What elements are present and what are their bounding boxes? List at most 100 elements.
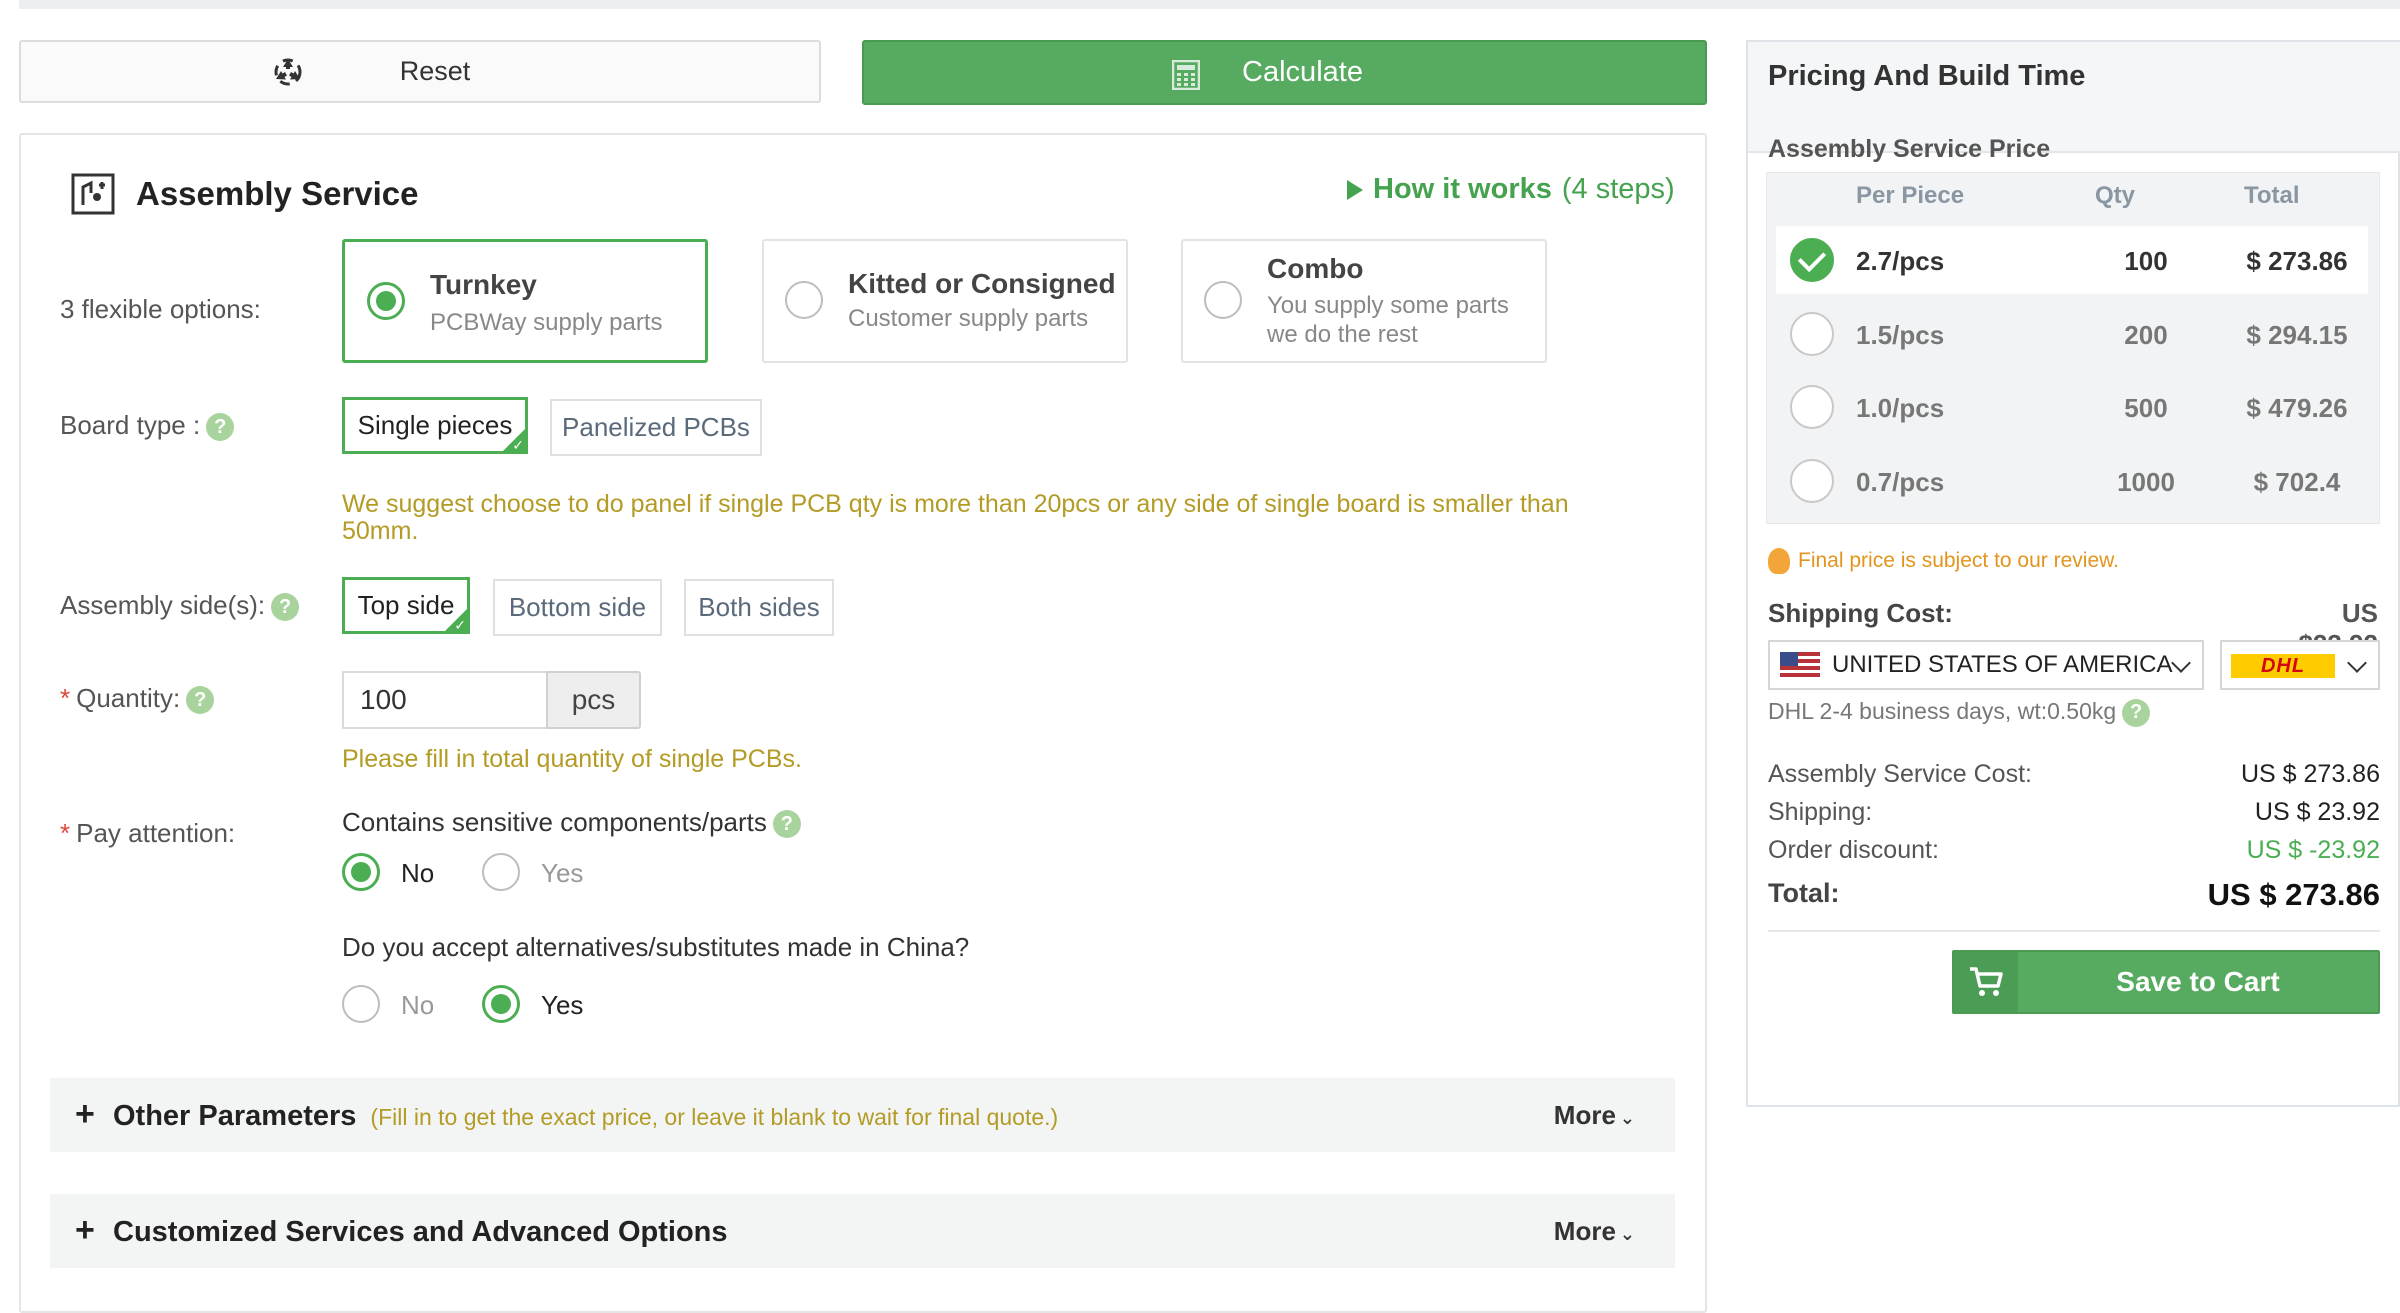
price-per: 1.0/pcs (1856, 393, 1945, 423)
option-turnkey[interactable]: Turnkey PCBWay supply parts (342, 239, 708, 363)
save-to-cart-label: Save to Cart (2116, 966, 2280, 997)
sensitive-no-label[interactable]: No (401, 858, 434, 889)
alternatives-no-radio[interactable] (342, 985, 380, 1023)
alternatives-no-label[interactable]: No (401, 990, 434, 1021)
cart-icon-box (1954, 952, 2018, 1012)
assembly-sides-label-text: Assembly side(s): (60, 590, 266, 620)
price-per: 1.5/pcs (1856, 320, 1945, 350)
assembly-icon (71, 173, 115, 215)
price-total: $ 702.4 (2253, 467, 2341, 497)
sensitive-yes-radio[interactable] (482, 853, 520, 891)
reset-button[interactable]: Reset (19, 40, 821, 103)
customized-services-more[interactable]: More ⌄ (1554, 1216, 1635, 1247)
required-mark: * (60, 683, 71, 713)
help-icon[interactable]: ? (186, 686, 215, 715)
help-icon[interactable]: ? (271, 593, 300, 622)
alternatives-question: Do you accept alternatives/substitutes m… (342, 932, 970, 962)
how-it-works-link[interactable]: How it works (4 steps) (1347, 173, 1675, 206)
board-type-single[interactable]: Single pieces (342, 397, 528, 454)
country-select[interactable]: UNITED STATES OF AMERICA (1768, 640, 2204, 690)
side-both[interactable]: Both sides (684, 579, 834, 636)
help-icon[interactable]: ? (772, 810, 801, 839)
save-to-cart-button[interactable]: Save to Cart (1952, 950, 2380, 1014)
side-top[interactable]: Top side (342, 577, 470, 634)
customized-services-toggle[interactable]: + Customized Services and Advanced Optio… (50, 1194, 1675, 1268)
price-total: $ 479.26 (2246, 393, 2348, 423)
price-total: $ 294.15 (2246, 320, 2348, 350)
summary-divider (1768, 930, 2380, 932)
quantity-input[interactable]: 100 (342, 671, 547, 729)
how-it-works-steps: (4 steps) (1561, 173, 1675, 205)
price-per: 0.7/pcs (1856, 467, 1945, 497)
summary-value: US $ 23.92 (2254, 798, 2380, 826)
help-icon[interactable]: ? (2122, 698, 2151, 727)
option-title: Kitted or Consigned (848, 268, 1116, 299)
shipping-cost-label: Shipping Cost: (1768, 598, 1953, 628)
assembly-sides-label: Assembly side(s):? (60, 590, 300, 622)
shipping-info: DHL 2-4 business days, wt:0.50kg? (1768, 698, 2151, 727)
other-parameters-title-text: Other Parameters (113, 1100, 357, 1132)
attention-label-text: Pay attention: (76, 818, 236, 848)
price-total: $ 273.86 (2246, 246, 2348, 276)
how-it-works-label: How it works (1373, 173, 1552, 205)
other-parameters-title: Other Parameters (Fill in to get the exac… (113, 1100, 1058, 1133)
chevron-down-icon (2347, 653, 2367, 673)
other-parameters-more[interactable]: More ⌄ (1554, 1100, 1635, 1131)
summary-label: Shipping: (1768, 798, 1873, 826)
sensitive-yes-label[interactable]: Yes (541, 858, 583, 889)
price-header-qty: Qty (2095, 182, 2136, 209)
price-row[interactable]: 0.7/pcs 1000 $ 702.4 (1776, 447, 2368, 515)
us-flag-icon (1780, 652, 1820, 678)
price-row-radio[interactable] (1790, 312, 1834, 356)
dhl-logo: DHL (2231, 654, 2335, 678)
discount-value: US $ -23.92 (2246, 836, 2380, 864)
plus-icon: + (75, 1211, 95, 1249)
option-combo-radio[interactable] (1204, 281, 1242, 319)
price-qty: 100 (2124, 246, 2168, 276)
recycle-icon (274, 58, 302, 86)
price-row-radio[interactable] (1790, 385, 1834, 429)
reset-label: Reset (399, 56, 471, 86)
calculator-icon (1172, 60, 1200, 90)
price-header-per: Per Piece (1856, 182, 1965, 209)
help-icon[interactable]: ? (206, 413, 235, 442)
sensitive-no-radio[interactable] (342, 853, 380, 891)
summary-label: Order discount: (1768, 836, 1939, 864)
price-qty: 1000 (2117, 467, 2175, 497)
price-row-radio[interactable] (1790, 238, 1834, 282)
option-title: Turnkey (430, 269, 537, 300)
quantity-note: Please fill in total quantity of single … (342, 745, 802, 773)
country-value: UNITED STATES OF AMERICA (1832, 651, 2173, 678)
lightbulb-icon (1768, 548, 1790, 574)
price-row[interactable]: 1.5/pcs 200 $ 294.15 (1776, 300, 2368, 368)
board-note: We suggest choose to do panel if single … (342, 490, 1569, 518)
chevron-down-icon (2171, 653, 2191, 673)
price-qty: 500 (2124, 393, 2168, 423)
option-subtitle-2: we do the rest (1267, 321, 1418, 348)
price-qty: 200 (2124, 320, 2168, 350)
option-kitted-radio[interactable] (785, 281, 823, 319)
price-row[interactable]: 1.0/pcs 500 $ 479.26 (1776, 373, 2368, 441)
option-turnkey-radio[interactable] (367, 282, 405, 320)
assembly-title: Assembly Service (136, 175, 419, 212)
plus-icon: + (75, 1095, 95, 1133)
total-label: Total: (1768, 878, 1840, 908)
option-combo[interactable]: Combo You supply some parts we do the re… (1181, 239, 1547, 363)
price-warning: Final price is subject to our review. (1768, 548, 2119, 574)
other-parameters-toggle[interactable]: + Other Parameters (Fill in to get the ex… (50, 1078, 1675, 1152)
chevron-down-icon: ⌄ (1619, 1108, 1635, 1128)
quantity-label-text: Quantity: (76, 683, 181, 713)
alternatives-yes-radio[interactable] (482, 985, 520, 1023)
carrier-select[interactable]: DHL (2220, 640, 2380, 690)
quantity-unit: pcs (546, 671, 641, 729)
calculate-button[interactable]: Calculate (862, 40, 1707, 105)
price-row-radio[interactable] (1790, 459, 1834, 503)
side-bottom[interactable]: Bottom side (493, 579, 662, 636)
alternatives-yes-label[interactable]: Yes (541, 990, 583, 1021)
board-type-panelized[interactable]: Panelized PCBs (550, 399, 762, 456)
board-note-2: 50mm. (342, 517, 419, 545)
sensitive-question: Contains sensitive components/parts? (342, 807, 801, 839)
option-kitted[interactable]: Kitted or Consigned Customer supply part… (762, 239, 1128, 363)
price-row[interactable]: 2.7/pcs 100 $ 273.86 (1776, 226, 2368, 294)
price-warning-text: Final price is subject to our review. (1798, 549, 2119, 572)
